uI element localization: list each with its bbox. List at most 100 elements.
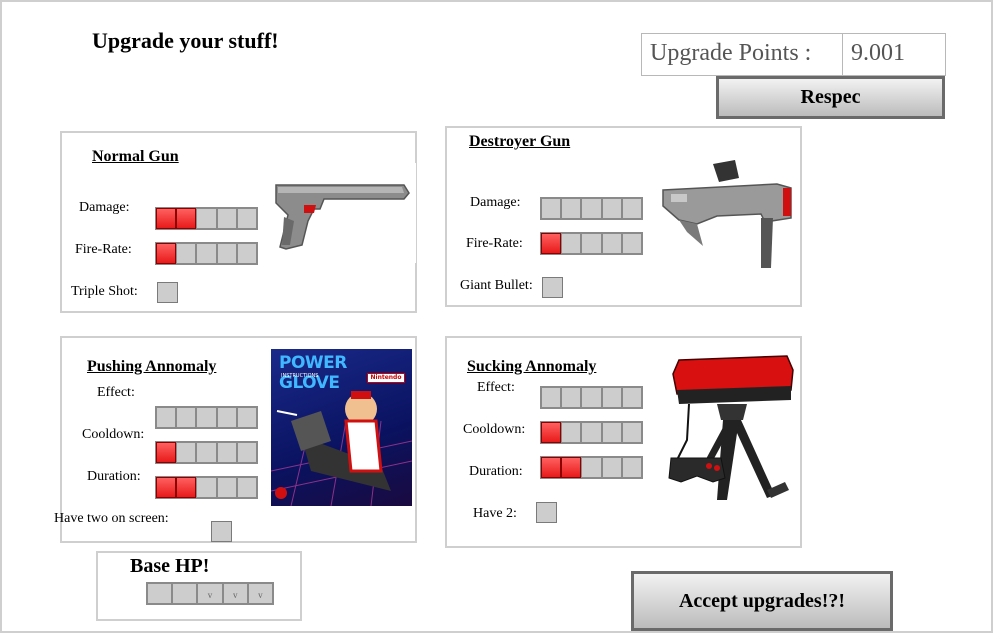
bar-segment-empty [176,407,197,428]
bar-segment-empty [236,442,258,463]
bar-segment-empty [601,457,622,478]
bar-segment-empty [236,477,258,498]
bar-segment-filled [156,442,177,463]
giant-bullet-label: Giant Bullet: [460,278,533,293]
bar-segment-empty: v [222,583,248,604]
have-2-label: Have 2: [473,506,517,521]
bar-segment-filled [176,477,197,498]
bar-segment-empty [147,583,173,604]
bar-segment-empty [216,243,237,264]
page-title: Upgrade your stuff! [92,28,279,53]
fire-rate-label: Fire-Rate: [75,242,132,257]
zapper-light-gun-icon [264,163,416,263]
duration-bar[interactable] [540,456,643,479]
panel-title: Normal Gun [92,148,179,165]
cooldown-bar[interactable] [540,421,643,444]
bar-segment-empty [621,457,643,478]
damage-bar[interactable] [540,197,643,220]
bar-segment-filled [176,208,197,229]
effect-bar[interactable] [155,406,258,429]
bar-segment-empty [561,233,582,254]
bar-segment-empty [236,243,258,264]
bar-segment-filled [156,208,177,229]
bar-segment-empty [216,208,237,229]
damage-label: Damage: [470,195,521,210]
bar-segment-empty [196,243,217,264]
bar-segment-empty [156,407,177,428]
bar-segment-empty [581,198,602,219]
have-2-checkbox[interactable] [536,502,557,523]
duration-label: Duration: [87,469,141,484]
bar-segment-empty [216,407,237,428]
bar-segment-empty [216,477,237,498]
bar-segment-empty [216,442,237,463]
panel-normal-gun: Normal Gun Damage: Fire-Rate: Triple Sho… [60,131,417,313]
box-subtitle: INSTRUCTIONS [281,373,319,379]
triple-shot-checkbox[interactable] [157,282,178,303]
panel-title: Pushing Annomaly [87,358,217,375]
respec-button[interactable]: Respec [716,76,945,119]
bar-segment-empty [601,233,622,254]
panel-title: Destroyer Gun [469,133,571,150]
virtual-boy-icon [668,355,794,500]
bar-segment-filled [156,477,177,498]
have-two-checkbox[interactable] [211,521,232,542]
base-hp-bar[interactable]: vvv [146,582,274,605]
power-glove-box-icon: POWER GLOVE INSTRUCTIONS Nintendo [271,349,412,506]
cooldown-bar[interactable] [155,441,258,464]
upgrade-points-display: Upgrade Points : 9.001 [641,33,946,76]
bar-segment-empty [601,198,622,219]
bar-segment-empty [172,583,198,604]
effect-label: Effect: [97,385,135,400]
bar-segment-empty [541,387,562,408]
bar-segment-filled [541,422,562,443]
bar-segment-empty: v [247,583,274,604]
bar-segment-empty [581,457,602,478]
bar-segment-filled [541,457,562,478]
damage-bar[interactable] [155,207,258,230]
panel-base-hp: Base HP! vvv [96,551,302,621]
fire-rate-label: Fire-Rate: [466,236,523,251]
bar-segment-empty [621,233,643,254]
bar-segment-empty [601,387,622,408]
bar-segment-empty [236,208,258,229]
bar-segment-empty [621,387,643,408]
giant-bullet-checkbox[interactable] [542,277,563,298]
panel-destroyer-gun: Destroyer Gun Damage: Fire-Rate: Giant B… [445,126,802,307]
bar-segment-empty [196,477,217,498]
bar-segment-empty [621,198,643,219]
bar-segment-empty [196,407,217,428]
cooldown-label: Cooldown: [82,427,145,442]
fire-rate-bar[interactable] [540,232,643,255]
fire-rate-bar[interactable] [155,242,258,265]
panel-sucking-annomaly: Sucking Annomaly Effect: Cooldown: Durat… [445,336,802,548]
bar-segment-empty [581,387,602,408]
bar-segment-empty [541,198,562,219]
upgrade-points-label: Upgrade Points : [642,34,843,75]
upgrade-points-value: 9.001 [851,40,905,66]
bar-segment-empty [561,198,582,219]
bar-segment-empty [176,442,197,463]
effect-bar[interactable] [540,386,643,409]
bar-segment-empty [236,407,258,428]
bar-segment-filled [541,233,562,254]
bar-segment-empty [621,422,643,443]
bar-segment-empty [196,442,217,463]
triple-shot-label: Triple Shot: [71,284,138,299]
bar-segment-empty [176,243,197,264]
super-scope-icon [662,160,792,268]
duration-label: Duration: [469,464,523,479]
bar-segment-empty [581,422,602,443]
bar-segment-filled [156,243,177,264]
cooldown-label: Cooldown: [463,422,526,437]
bar-segment-empty [561,387,582,408]
panel-title: Sucking Annomaly [467,358,597,375]
panel-pushing-annomaly: Pushing Annomaly Effect: Cooldown: Durat… [54,336,417,543]
bar-segment-empty [581,233,602,254]
duration-bar[interactable] [155,476,258,499]
bar-segment-filled [561,457,582,478]
bar-segment-empty [601,422,622,443]
base-hp-title: Base HP! [130,555,210,577]
accept-upgrades-button[interactable]: Accept upgrades!?! [631,571,893,631]
bar-segment-empty [196,208,217,229]
